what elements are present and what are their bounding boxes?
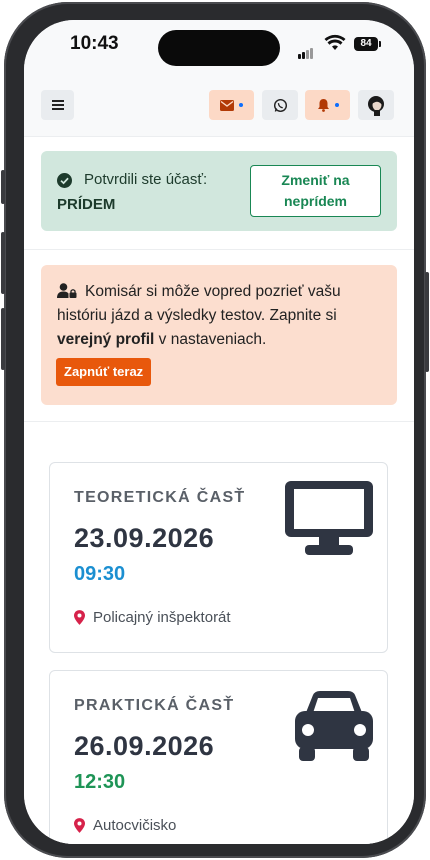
exam-label: TEORETICKÁ ČASŤ (74, 489, 246, 506)
status-bar: 10:43 84 (24, 20, 414, 74)
status-time: 10:43 (70, 33, 119, 54)
attendance-status: PRÍDEM (57, 196, 116, 213)
public-profile-alert: Komisár si môže vopred pozrieť vašu hist… (41, 265, 397, 405)
map-pin-icon (74, 818, 85, 833)
check-circle-icon (57, 172, 72, 188)
public-profile-emphasis: verejný profil (57, 331, 155, 348)
divider (24, 249, 414, 250)
mail-icon (220, 99, 234, 111)
attendance-text: Potvrdili ste účasť: (84, 171, 208, 188)
avatar[interactable] (358, 90, 394, 120)
exam-date: 26.09.2026 (74, 731, 215, 761)
screen: 10:43 84 Potvrdili ste účasť: PRÍDEM Zme… (24, 20, 414, 844)
exam-location: Autocvičisko (74, 817, 176, 834)
exam-time: 09:30 (74, 563, 126, 585)
notification-dot (239, 103, 243, 107)
wifi-icon (324, 34, 346, 50)
phone-frame: 10:43 84 Potvrdili ste účasť: PRÍDEM Zme… (1, 2, 429, 858)
dynamic-island (158, 30, 280, 66)
whatsapp-button[interactable] (262, 90, 298, 120)
enable-now-button[interactable]: Zapnúť teraz (56, 358, 152, 386)
public-profile-text: Komisár si môže vopred pozrieť vašu hist… (57, 283, 341, 348)
monitor-icon (285, 481, 373, 555)
notifications-button[interactable] (305, 90, 350, 120)
notification-dot (334, 103, 339, 107)
attendance-alert: Potvrdili ste účasť: PRÍDEM Zmeniť na ne… (41, 151, 397, 231)
exam-card-practical[interactable]: PRAKTICKÁ ČASŤ 26.09.2026 12:30 Autocvič… (49, 670, 388, 844)
exam-location: Policajný inšpektorát (74, 609, 231, 626)
exam-date: 23.09.2026 (74, 523, 215, 553)
change-attendance-button[interactable]: Zmeniť na neprídem (250, 165, 381, 217)
avatar-image (368, 96, 384, 116)
exam-time: 12:30 (74, 771, 126, 793)
messages-button[interactable] (209, 90, 254, 120)
exam-label: PRAKTICKÁ ČASŤ (74, 697, 235, 714)
battery-icon: 84 (354, 37, 378, 51)
divider (24, 421, 414, 422)
menu-icon (51, 100, 64, 110)
map-pin-icon (74, 610, 85, 625)
signal-icon (298, 41, 314, 59)
bell-icon (317, 99, 329, 112)
car-icon (295, 691, 373, 761)
whatsapp-icon (273, 98, 287, 112)
user-lock-icon (57, 283, 77, 298)
top-navbar (24, 74, 414, 137)
exam-card-theory[interactable]: TEORETICKÁ ČASŤ 23.09.2026 09:30 Policaj… (49, 462, 388, 653)
menu-button[interactable] (41, 90, 74, 120)
main-content: Potvrdili ste účasť: PRÍDEM Zmeniť na ne… (24, 137, 414, 844)
